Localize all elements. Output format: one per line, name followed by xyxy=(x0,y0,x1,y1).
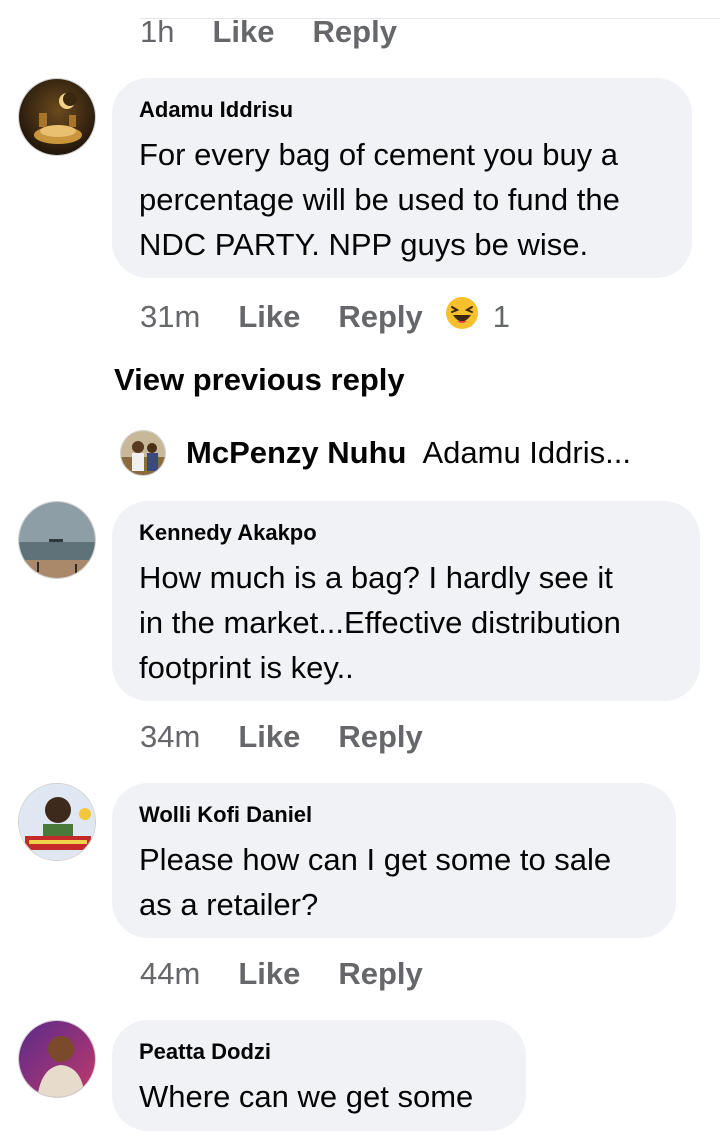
laughing-face-icon xyxy=(445,296,479,338)
comment-author[interactable]: Peatta Dodzi xyxy=(139,1038,498,1066)
comment-actions: 31m Like Reply 1 xyxy=(140,296,510,338)
comment-bubble: Peatta Dodzi Where can we get some xyxy=(112,1020,526,1131)
reply-button[interactable]: Reply xyxy=(338,956,422,992)
comment-text: Please how can I get some to sale as a r… xyxy=(139,837,648,927)
like-button[interactable]: Like xyxy=(238,299,300,335)
comment-text-line: How much is a bag? I hardly see it xyxy=(139,560,613,595)
timestamp: 1h xyxy=(140,14,175,49)
comment-author[interactable]: Wolli Kofi Daniel xyxy=(139,801,648,829)
comment-actions-top: 1h Like Reply xyxy=(140,14,435,50)
comment-bubble: Adamu Iddrisu For every bag of cement yo… xyxy=(112,78,692,278)
comment-text-line: For every bag of cement you buy a xyxy=(139,137,619,172)
comment-text-line: footprint is key.. xyxy=(139,650,354,685)
comment-bubble: Kennedy Akakpo How much is a bag? I hard… xyxy=(112,501,700,701)
reaction-count: 1 xyxy=(492,299,511,334)
comment-text: For every bag of cement you buy a percen… xyxy=(139,132,664,267)
comment-bubble: Wolli Kofi Daniel Please how can I get s… xyxy=(112,783,676,938)
reply-text: Adamu Iddris... xyxy=(422,435,631,470)
reply-button[interactable]: Reply xyxy=(313,14,397,50)
timestamp: 44m xyxy=(140,956,201,991)
reply-author: McPenzy Nuhu xyxy=(186,435,407,470)
view-previous-reply-link[interactable]: View previous reply xyxy=(114,362,405,398)
comment-text: How much is a bag? I hardly see it in th… xyxy=(139,555,672,690)
reply-preview[interactable]: McPenzy Nuhu Adamu Iddris... xyxy=(120,430,631,476)
comment-text-line: NDC PARTY. NPP guys be wise. xyxy=(139,227,589,262)
comment-actions: 34m Like Reply xyxy=(140,719,461,755)
avatar[interactable] xyxy=(18,783,96,861)
comment-text-line: Where can we get some xyxy=(139,1079,474,1114)
comment-text: Where can we get some xyxy=(139,1074,498,1119)
comment-text-line: in the market...Effective distribution xyxy=(139,605,621,640)
comment-author[interactable]: Adamu Iddrisu xyxy=(139,96,664,124)
avatar[interactable] xyxy=(18,1020,96,1098)
avatar xyxy=(120,430,166,476)
avatar[interactable] xyxy=(18,501,96,579)
comment-text-line: Please how can I get some to sale xyxy=(139,842,612,877)
timestamp: 31m xyxy=(140,299,201,334)
comment-actions: 44m Like Reply xyxy=(140,956,461,992)
like-button[interactable]: Like xyxy=(238,956,300,992)
reply-button[interactable]: Reply xyxy=(338,299,422,335)
timestamp: 34m xyxy=(140,719,201,754)
reply-button[interactable]: Reply xyxy=(338,719,422,755)
reaction-summary[interactable]: 1 xyxy=(445,296,510,338)
like-button[interactable]: Like xyxy=(212,14,274,50)
comment-text-line: as a retailer? xyxy=(139,887,319,922)
comment-author[interactable]: Kennedy Akakpo xyxy=(139,519,672,547)
avatar[interactable] xyxy=(18,78,96,156)
comment-text-line: percentage will be used to fund the xyxy=(139,182,620,217)
like-button[interactable]: Like xyxy=(238,719,300,755)
